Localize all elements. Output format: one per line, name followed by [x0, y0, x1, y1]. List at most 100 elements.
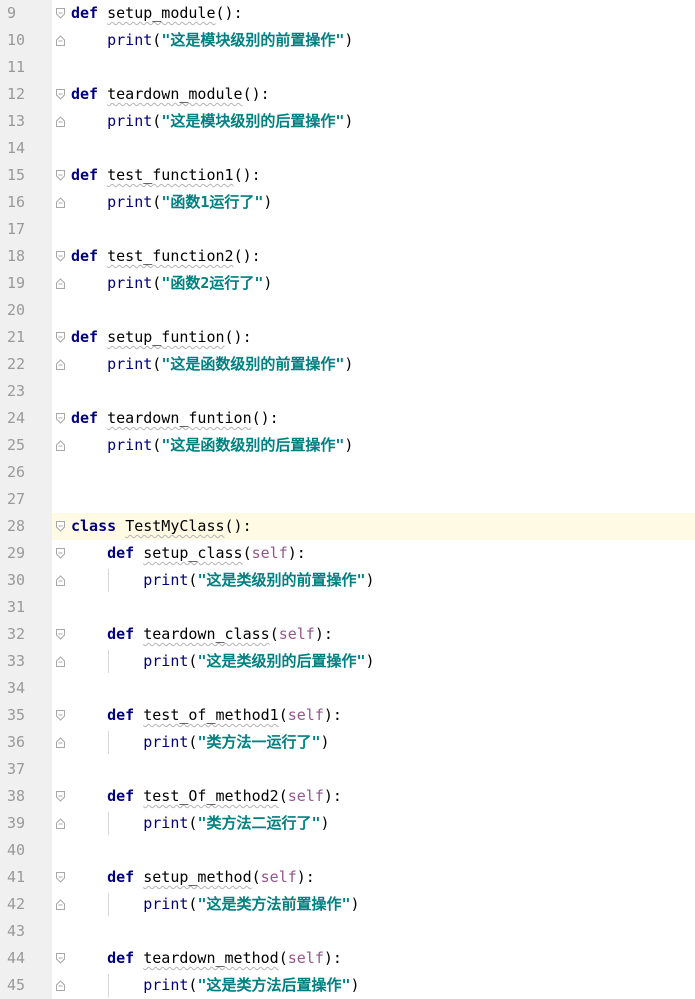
- code-line[interactable]: 24 def teardown_funtion():: [0, 405, 695, 432]
- code-text[interactable]: print("这是类级别的后置操作"): [71, 648, 695, 675]
- code-line[interactable]: 17: [0, 216, 695, 243]
- fold-open-icon[interactable]: [56, 872, 65, 883]
- line-gutter[interactable]: 14: [0, 135, 52, 162]
- code-line[interactable]: 26: [0, 459, 695, 486]
- fold-open-icon[interactable]: [56, 8, 65, 19]
- fold-open-icon[interactable]: [56, 548, 65, 559]
- fold-open-icon[interactable]: [56, 521, 65, 532]
- code-text[interactable]: print("这是类级别的前置操作"): [71, 567, 695, 594]
- code-text[interactable]: def test_of_method1(self):: [71, 702, 695, 729]
- code-line[interactable]: 31: [0, 594, 695, 621]
- fold-end-icon[interactable]: [56, 656, 65, 667]
- code-text[interactable]: [71, 216, 695, 243]
- line-gutter[interactable]: 35: [0, 702, 52, 729]
- fold-open-icon[interactable]: [56, 413, 65, 424]
- fold-end-icon[interactable]: [56, 575, 65, 586]
- fold-end-icon[interactable]: [56, 359, 65, 370]
- code-text[interactable]: def setup_module():: [71, 0, 695, 27]
- code-line[interactable]: 43: [0, 918, 695, 945]
- line-gutter[interactable]: 17: [0, 216, 52, 243]
- code-text[interactable]: print("这是函数级别的前置操作"): [71, 351, 695, 378]
- code-line[interactable]: 44 def teardown_method(self):: [0, 945, 695, 972]
- fold-open-icon[interactable]: [56, 629, 65, 640]
- line-gutter[interactable]: 19: [0, 270, 52, 297]
- code-line[interactable]: 37: [0, 756, 695, 783]
- code-line[interactable]: 12 def teardown_module():: [0, 81, 695, 108]
- code-line[interactable]: 16 print("函数1运行了"): [0, 189, 695, 216]
- fold-end-icon[interactable]: [56, 440, 65, 451]
- fold-open-icon[interactable]: [56, 953, 65, 964]
- line-gutter[interactable]: 9: [0, 0, 52, 27]
- code-line[interactable]: 39 print("类方法二运行了"): [0, 810, 695, 837]
- line-gutter[interactable]: 37: [0, 756, 52, 783]
- code-text[interactable]: def teardown_funtion():: [71, 405, 695, 432]
- code-text[interactable]: def teardown_module():: [71, 81, 695, 108]
- fold-end-icon[interactable]: [56, 899, 65, 910]
- code-line[interactable]: 23: [0, 378, 695, 405]
- line-gutter[interactable]: 22: [0, 351, 52, 378]
- fold-end-icon[interactable]: [56, 35, 65, 46]
- code-text[interactable]: print("函数1运行了"): [71, 189, 695, 216]
- code-text[interactable]: [71, 675, 695, 702]
- line-gutter[interactable]: 44: [0, 945, 52, 972]
- code-text[interactable]: [71, 594, 695, 621]
- code-text[interactable]: [71, 837, 695, 864]
- line-gutter[interactable]: 18: [0, 243, 52, 270]
- code-line[interactable]: 30 print("这是类级别的前置操作"): [0, 567, 695, 594]
- line-gutter[interactable]: 43: [0, 918, 52, 945]
- line-gutter[interactable]: 27: [0, 486, 52, 513]
- code-line[interactable]: 36 print("类方法一运行了"): [0, 729, 695, 756]
- line-gutter[interactable]: 16: [0, 189, 52, 216]
- code-line[interactable]: 11: [0, 54, 695, 81]
- code-text[interactable]: [71, 918, 695, 945]
- code-line[interactable]: 20: [0, 297, 695, 324]
- line-gutter[interactable]: 13: [0, 108, 52, 135]
- code-line[interactable]: 38 def test_Of_method2(self):: [0, 783, 695, 810]
- line-gutter[interactable]: 36: [0, 729, 52, 756]
- line-gutter[interactable]: 25: [0, 432, 52, 459]
- line-gutter[interactable]: 30: [0, 567, 52, 594]
- code-line[interactable]: 28 class TestMyClass():: [0, 513, 695, 540]
- fold-open-icon[interactable]: [56, 710, 65, 721]
- line-gutter[interactable]: 10: [0, 27, 52, 54]
- code-text[interactable]: def setup_class(self):: [71, 540, 695, 567]
- code-line[interactable]: 25 print("这是函数级别的后置操作"): [0, 432, 695, 459]
- fold-end-icon[interactable]: [56, 278, 65, 289]
- code-line[interactable]: 32 def teardown_class(self):: [0, 621, 695, 648]
- line-gutter[interactable]: 40: [0, 837, 52, 864]
- code-text[interactable]: print("函数2运行了"): [71, 270, 695, 297]
- line-gutter[interactable]: 34: [0, 675, 52, 702]
- fold-end-icon[interactable]: [56, 116, 65, 127]
- code-text[interactable]: [71, 459, 695, 486]
- code-line[interactable]: 29 def setup_class(self):: [0, 540, 695, 567]
- code-text[interactable]: def test_Of_method2(self):: [71, 783, 695, 810]
- line-gutter[interactable]: 33: [0, 648, 52, 675]
- line-gutter[interactable]: 20: [0, 297, 52, 324]
- code-line[interactable]: 35 def test_of_method1(self):: [0, 702, 695, 729]
- code-text[interactable]: def setup_funtion():: [71, 324, 695, 351]
- code-text[interactable]: [71, 486, 695, 513]
- code-line[interactable]: 10 print("这是模块级别的前置操作"): [0, 27, 695, 54]
- code-line[interactable]: 14: [0, 135, 695, 162]
- code-line[interactable]: 9 def setup_module():: [0, 0, 695, 27]
- line-gutter[interactable]: 24: [0, 405, 52, 432]
- code-line[interactable]: 19 print("函数2运行了"): [0, 270, 695, 297]
- code-text[interactable]: print("这是模块级别的前置操作"): [71, 27, 695, 54]
- line-gutter[interactable]: 12: [0, 81, 52, 108]
- code-text[interactable]: def setup_method(self):: [71, 864, 695, 891]
- fold-open-icon[interactable]: [56, 251, 65, 262]
- line-gutter[interactable]: 29: [0, 540, 52, 567]
- code-line[interactable]: 40: [0, 837, 695, 864]
- code-line[interactable]: 18 def test_function2():: [0, 243, 695, 270]
- code-line[interactable]: 33 print("这是类级别的后置操作"): [0, 648, 695, 675]
- code-text[interactable]: def teardown_method(self):: [71, 945, 695, 972]
- line-gutter[interactable]: 11: [0, 54, 52, 81]
- line-gutter[interactable]: 26: [0, 459, 52, 486]
- line-gutter[interactable]: 28: [0, 513, 52, 540]
- code-text[interactable]: [71, 135, 695, 162]
- code-line[interactable]: 42 print("这是类方法前置操作"): [0, 891, 695, 918]
- code-text[interactable]: [71, 378, 695, 405]
- code-line[interactable]: 45 print("这是类方法后置操作"): [0, 972, 695, 999]
- code-line[interactable]: 15 def test_function1():: [0, 162, 695, 189]
- fold-open-icon[interactable]: [56, 332, 65, 343]
